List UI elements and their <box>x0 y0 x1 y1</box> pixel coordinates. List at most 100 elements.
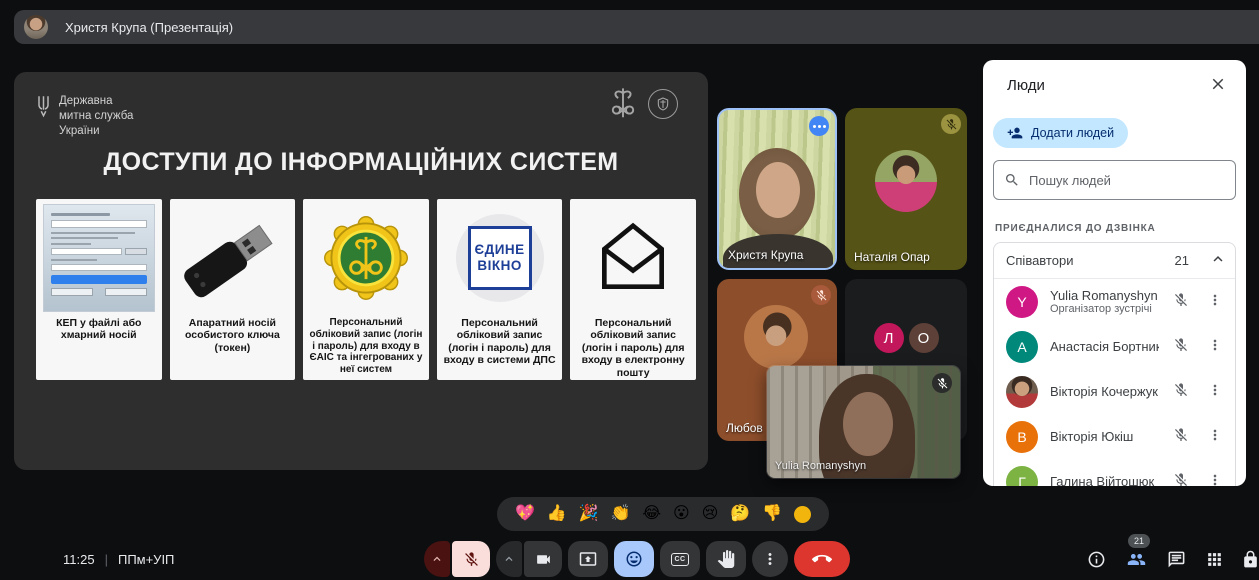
mic-off-icon <box>941 114 961 134</box>
mic-off-icon[interactable] <box>1171 292 1191 312</box>
tile-name: Христя Крупа <box>728 248 803 262</box>
raise-hand-button[interactable] <box>706 541 746 577</box>
people-search[interactable] <box>993 160 1236 200</box>
mic-off-icon[interactable] <box>1171 382 1191 402</box>
card-caption: Персональний обліковий запис (логін і па… <box>303 317 429 376</box>
chevron-up-icon <box>430 552 444 566</box>
people-panel-title: Люди <box>1007 77 1045 94</box>
more-options-icon[interactable] <box>1205 292 1225 312</box>
video-tile-natalia[interactable]: Наталія Опар <box>845 108 967 270</box>
card-caption: КЕП у файлі або хмарний носій <box>36 317 162 342</box>
reaction-cry[interactable]: 😢 <box>702 506 719 522</box>
mic-mute-button[interactable] <box>452 541 490 577</box>
avatar: В <box>1006 421 1038 453</box>
reaction-thumbs-up[interactable]: 👍 <box>547 506 567 522</box>
trident-icon <box>36 94 51 118</box>
call-controls: CC <box>424 541 850 577</box>
mic-options-chevron[interactable] <box>424 541 450 577</box>
participant-name: Анастасія Бортник <box>1050 339 1159 354</box>
avatar <box>875 150 937 212</box>
mic-off-icon[interactable] <box>1171 337 1191 357</box>
more-options-icon[interactable] <box>1205 337 1225 357</box>
clock-time: 11:25 <box>63 552 95 567</box>
meet-window: Христя Крупа (Презентація) Державна митн… <box>0 0 1259 580</box>
slide-card-email: Персональний обліковий запис (логін і па… <box>570 199 696 380</box>
video-tile-khrystia[interactable]: Христя Крупа <box>717 108 837 270</box>
host-controls-button[interactable] <box>1239 550 1259 572</box>
roster-header[interactable]: Співавтори 21 <box>994 243 1235 279</box>
customs-caduceus-icon <box>608 86 638 122</box>
reaction-party[interactable]: 🎉 <box>579 506 599 522</box>
reaction-clap[interactable]: 👏 <box>611 506 631 522</box>
mic-off-icon[interactable] <box>1171 427 1191 447</box>
people-icon <box>1127 550 1146 569</box>
activities-button[interactable] <box>1203 550 1225 572</box>
presenting-banner: Христя Крупа (Презентація) <box>14 10 1259 44</box>
slide-title: ДОСТУПИ ДО ІНФОРМАЦІЙНИХ СИСТЕМ <box>14 148 708 177</box>
people-button[interactable] <box>1125 550 1147 572</box>
card-caption: Персональний обліковий запис (логін і па… <box>437 317 563 367</box>
people-count-badge: 21 <box>1128 534 1150 548</box>
reaction-surprised[interactable]: 😮 <box>673 506 690 522</box>
more-options-icon[interactable] <box>1205 382 1225 402</box>
more-options-icon[interactable] <box>1205 427 1225 447</box>
present-button[interactable] <box>568 541 608 577</box>
participant-row[interactable]: Вікторія Кочержук <box>994 369 1235 414</box>
captions-icon: CC <box>671 553 689 566</box>
meeting-code: ППм+УІП <box>118 552 174 567</box>
university-emblem-icon <box>648 89 678 119</box>
avatar <box>1006 376 1038 408</box>
slide-card-kep: КЕП у файлі або хмарний носій <box>36 199 162 380</box>
participant-row[interactable]: A Анастасія Бортник <box>994 324 1235 369</box>
reactions-bar: 💖 👍 🎉 👏 😂 😮 😢 🤔 👎 <box>497 497 829 531</box>
presentation-slide: Державна митна служба України ДОСТУПИ ДО… <box>14 72 708 470</box>
participant-name: Галина Війтошюк <box>1050 474 1159 486</box>
slide-card-token: Апаратний носій особистого ключа (токен) <box>170 199 296 380</box>
participant-subtitle: Організатор зустрічі <box>1050 303 1159 315</box>
camera-options-chevron[interactable] <box>496 541 522 577</box>
overflow-avatar-2: О <box>909 323 939 353</box>
reaction-heart[interactable]: 💖 <box>515 506 535 522</box>
roster-section-label: Співавтори <box>1006 253 1175 268</box>
single-window-logo: ЄДИНЕ ВІКНО <box>456 214 544 302</box>
self-name: Yulia Romanyshyn <box>775 460 866 472</box>
camera-button[interactable] <box>524 541 562 577</box>
more-options-icon[interactable] <box>1205 472 1225 487</box>
reaction-thumbs-down[interactable]: 👎 <box>762 506 782 522</box>
info-icon <box>1087 550 1106 569</box>
reaction-thinking[interactable]: 🤔 <box>730 506 750 522</box>
captions-button[interactable]: CC <box>660 541 700 577</box>
info-button[interactable] <box>1085 550 1107 572</box>
end-call-button[interactable] <box>794 541 850 577</box>
usb-token-image <box>164 194 300 323</box>
slide-org-name: Державна митна служба України <box>59 94 133 139</box>
participant-row[interactable]: В Вікторія Юкіш <box>994 414 1235 459</box>
presenter-avatar <box>24 15 48 39</box>
chevron-up-icon[interactable] <box>1207 250 1229 272</box>
reaction-laugh[interactable]: 😂 <box>642 506 661 522</box>
chevron-up-icon <box>502 552 516 566</box>
close-icon[interactable] <box>1208 75 1228 95</box>
mic-off-icon <box>811 285 831 305</box>
card-caption: Персональний обліковий запис (логін і па… <box>570 317 696 379</box>
customs-emblem-image <box>318 210 414 306</box>
card-caption: Апаратний носій особистого ключа (токен) <box>170 317 296 354</box>
reactions-button[interactable] <box>614 541 654 577</box>
joined-section-header: ПРИЄДНАЛИСЯ ДО ДЗВІНКА <box>995 223 1156 234</box>
meeting-status: 11:25 | ППм+УІП <box>63 552 174 567</box>
roster-count: 21 <box>1175 253 1189 268</box>
add-people-button[interactable]: Додати людей <box>993 118 1128 148</box>
mic-off-icon <box>932 373 952 393</box>
participant-row[interactable]: Г Галина Війтошюк <box>994 459 1235 486</box>
mic-off-icon[interactable] <box>1171 472 1191 487</box>
self-view-pip[interactable]: Yulia Romanyshyn <box>767 366 960 478</box>
chat-button[interactable] <box>1165 550 1187 572</box>
more-options-button[interactable] <box>752 541 788 577</box>
people-search-input[interactable] <box>1029 173 1225 188</box>
skin-tone-selector[interactable] <box>794 506 811 523</box>
slide-card-eais: Персональний обліковий запис (логін і па… <box>303 199 429 380</box>
cohosts-roster: Співавтори 21 Y Yulia Romanyshyn (Ви) Ор… <box>993 242 1236 486</box>
call-end-icon <box>812 549 832 569</box>
avatar <box>744 305 808 369</box>
participant-row[interactable]: Y Yulia Romanyshyn (Ви) Організатор зуст… <box>994 279 1235 324</box>
